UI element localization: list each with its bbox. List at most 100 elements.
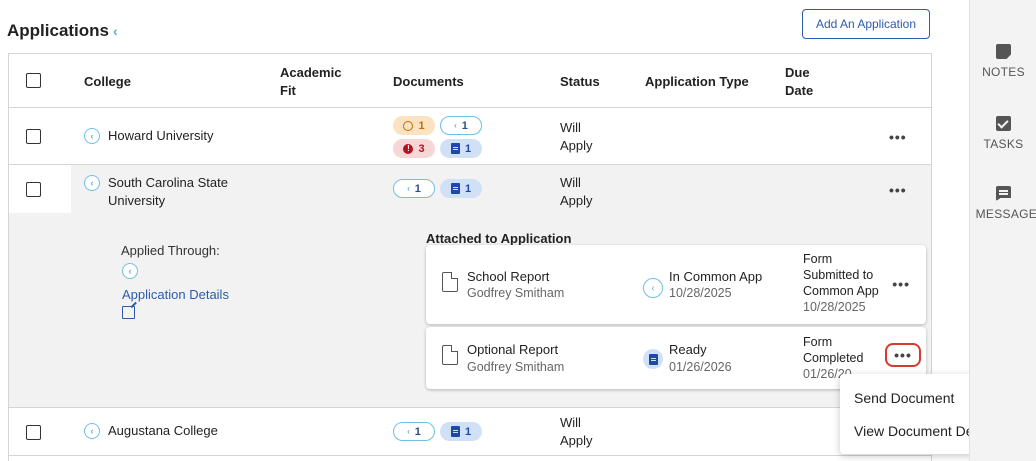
col-status[interactable]: Status xyxy=(560,73,600,91)
col-college[interactable]: College xyxy=(84,73,131,91)
rail-item-messages[interactable]: MESSAGES xyxy=(970,186,1036,221)
error-docs-badge[interactable]: ! 3 xyxy=(393,139,435,158)
document-icon xyxy=(450,183,460,194)
college-cell[interactable]: ‹ South Carolina State University xyxy=(84,174,228,210)
document-name: School Report xyxy=(467,269,550,284)
table-row[interactable]: ‹ Augustana College ‹ 1 1 Will Apply xyxy=(9,408,931,456)
col-due-date-2[interactable]: Date xyxy=(785,82,813,100)
common-app-icon: ‹ xyxy=(643,278,663,298)
applied-through-icon-wrap: ‹ xyxy=(122,262,253,279)
row-more-button[interactable]: ••• xyxy=(889,129,907,145)
form-status: Form Submitted to Common App 10/28/2025 xyxy=(803,251,883,315)
form-line-1: Form xyxy=(803,252,833,266)
form-line-1: Form xyxy=(803,335,833,349)
common-app-docs-badge[interactable]: ‹ 1 xyxy=(440,116,482,135)
college-cell[interactable]: ‹ Augustana College xyxy=(84,422,218,440)
college-name-line-1: South Carolina State xyxy=(108,175,228,190)
file-docs-badge[interactable]: 1 xyxy=(440,179,482,198)
document-icon xyxy=(648,353,658,365)
document-card[interactable]: School Report Godfrey Smitham ‹ In Commo… xyxy=(426,245,926,324)
form-line-2: Submitted to xyxy=(803,268,874,282)
common-app-count: 1 xyxy=(461,119,468,132)
common-app-icon: ‹ xyxy=(454,121,457,130)
table-header: College Academic Fit Documents Status Ap… xyxy=(9,54,931,108)
pending-docs-badge[interactable]: 1 xyxy=(393,116,435,135)
common-app-icon: ‹ xyxy=(84,423,100,439)
clock-icon xyxy=(403,120,414,131)
col-academic-fit-1[interactable]: Academic xyxy=(280,64,341,82)
form-line-3: Common App xyxy=(803,284,879,298)
document-more-button-active[interactable]: ••• xyxy=(885,343,921,367)
document-more-button[interactable]: ••• xyxy=(892,276,910,292)
rail-item-tasks[interactable]: TASKS xyxy=(970,116,1036,151)
document-person: Godfrey Smitham xyxy=(467,286,565,300)
file-count: 1 xyxy=(464,142,472,155)
document-status: In Common App xyxy=(669,269,763,284)
document-ready-icon xyxy=(643,349,663,369)
file-docs-badge[interactable]: 1 xyxy=(440,139,482,158)
status-line-1: Will xyxy=(560,120,581,135)
rail-item-notes[interactable]: NOTES xyxy=(970,44,1036,79)
college-name-line-2: University xyxy=(108,193,166,208)
file-count: 1 xyxy=(464,425,472,438)
notes-icon xyxy=(996,44,1011,59)
external-link-icon xyxy=(122,306,135,319)
document-status-date: 01/26/2026 xyxy=(669,360,732,374)
col-application-type[interactable]: Application Type xyxy=(645,73,749,91)
status-cell: Will Apply xyxy=(560,414,620,450)
rail-label-messages: MESSAGES xyxy=(975,207,1036,221)
menu-item-send-document[interactable]: Send Document xyxy=(854,390,954,406)
row-more-button[interactable]: ••• xyxy=(889,182,907,198)
col-due-date-1[interactable]: Due xyxy=(785,64,810,82)
common-app-icon: ‹ xyxy=(113,23,118,39)
file-icon xyxy=(442,272,458,292)
form-line-2: Completed xyxy=(803,351,864,365)
row-checkbox[interactable] xyxy=(26,425,41,440)
common-app-count: 1 xyxy=(414,425,421,438)
application-details-text: Application Details xyxy=(122,287,229,302)
common-app-docs-badge[interactable]: ‹ 1 xyxy=(393,179,435,198)
common-app-docs-badge[interactable]: ‹ 1 xyxy=(393,422,435,441)
document-name: Optional Report xyxy=(467,342,559,357)
college-name: South Carolina State University xyxy=(108,174,228,210)
document-person: Godfrey Smitham xyxy=(467,360,565,374)
row-checkbox[interactable] xyxy=(26,129,41,144)
add-application-button[interactable]: Add An Application xyxy=(802,9,930,39)
messages-icon xyxy=(996,186,1011,201)
application-details-link[interactable]: Application Details xyxy=(122,287,253,323)
common-app-icon: ‹ xyxy=(407,427,410,436)
applied-through-panel: Applied Through: ‹ Application Details xyxy=(113,243,253,323)
right-rail: NOTES TASKS MESSAGES xyxy=(969,0,1036,461)
status-line-2: Apply xyxy=(560,193,593,208)
status-cell: Will Apply xyxy=(560,174,620,210)
document-status: Ready xyxy=(669,342,707,357)
error-count: 3 xyxy=(418,142,425,155)
common-app-icon: ‹ xyxy=(84,128,100,144)
attached-to-application-heading: Attached to Application xyxy=(426,231,572,246)
document-status-date: 10/28/2025 xyxy=(669,286,732,300)
document-icon xyxy=(450,143,460,154)
row-checkbox[interactable] xyxy=(26,182,41,197)
file-icon xyxy=(442,345,458,365)
file-docs-badge[interactable]: 1 xyxy=(440,422,482,441)
col-academic-fit-2[interactable]: Fit xyxy=(280,82,296,100)
status-line-2: Apply xyxy=(560,138,593,153)
table-row[interactable]: ‹ Howard University 1 ‹ 1 ! 3 1 Will App… xyxy=(9,108,931,165)
applied-through-label: Applied Through: xyxy=(121,243,220,258)
select-all-checkbox[interactable] xyxy=(26,73,41,88)
common-app-icon: ‹ xyxy=(407,184,410,193)
col-documents[interactable]: Documents xyxy=(393,73,464,91)
page-title: Applications ‹ xyxy=(7,21,118,41)
alert-icon: ! xyxy=(403,143,414,154)
status-cell: Will Apply xyxy=(560,119,620,155)
file-count: 1 xyxy=(464,182,472,195)
college-cell[interactable]: ‹ Howard University xyxy=(84,127,213,145)
common-app-count: 1 xyxy=(414,182,421,195)
status-line-1: Will xyxy=(560,415,581,430)
status-line-2: Apply xyxy=(560,433,593,448)
college-name: Augustana College xyxy=(108,423,218,438)
tasks-icon xyxy=(996,116,1011,131)
college-name: Howard University xyxy=(108,128,214,143)
page-title-text: Applications xyxy=(7,21,110,40)
common-app-icon: ‹ xyxy=(122,263,138,279)
